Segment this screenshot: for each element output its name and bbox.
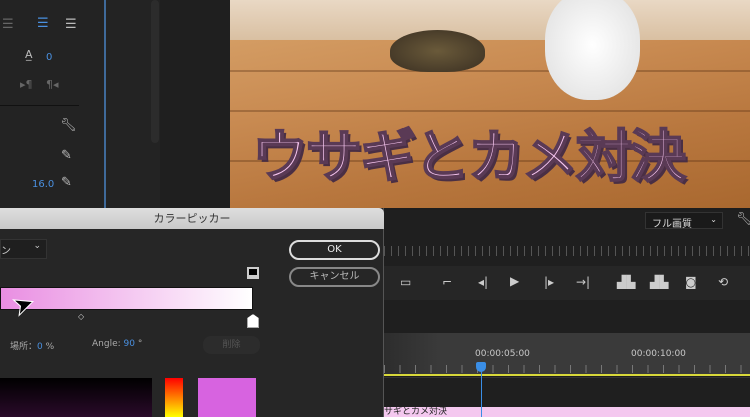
eyedropper-icon[interactable]: ✎: [61, 175, 72, 190]
quality-label: フル画質: [652, 219, 692, 230]
wrench-icon[interactable]: 🔧︎: [60, 118, 77, 133]
step-forward-icon[interactable]: |▸: [544, 275, 554, 289]
cancel-button[interactable]: キャンセル: [289, 267, 380, 287]
rabbit: [545, 0, 640, 100]
video-caption: ウサギとカメ対決: [251, 124, 687, 191]
color-field[interactable]: [0, 378, 152, 417]
panel-divider: [104, 0, 106, 210]
chevron-down-icon: ⌄: [710, 215, 717, 224]
color-swatch: [198, 378, 256, 417]
wrench-icon[interactable]: 🔧︎: [736, 212, 750, 227]
extract-icon[interactable]: ▟▙: [650, 275, 668, 289]
fill-type-dropdown[interactable]: ン ⌄: [0, 239, 47, 259]
playhead-line: [481, 370, 482, 417]
panel-gutter: [160, 0, 230, 210]
location-field: 場所：0 %: [10, 339, 54, 352]
step-back-icon[interactable]: ◂|: [478, 275, 488, 289]
hue-slider[interactable]: [165, 378, 183, 417]
size-value[interactable]: 16.0: [32, 179, 54, 190]
fill-type-label: ン: [1, 246, 11, 257]
quality-dropdown[interactable]: フル画質 ⌄: [645, 212, 723, 230]
ok-button[interactable]: OK: [289, 240, 380, 260]
transport-bar: ▭ ⌐ ◂| ▶ |▸ →| ▟▙ ▟▙ ◙ ⟲: [384, 266, 750, 300]
angle-field: Angle: 90 °: [92, 339, 142, 349]
location-unit: %: [45, 342, 55, 352]
chevron-down-icon: ⌄: [33, 241, 41, 251]
compare-icon[interactable]: ⟲: [718, 275, 728, 289]
properties-panel: ☰ ☰ ☰ A̲ 0 ▸¶ ¶◂ 🔧︎ ✎ 16.0 ✎: [0, 0, 160, 210]
angle-value[interactable]: 90: [124, 339, 135, 349]
safe-margins-icon[interactable]: ▭: [400, 275, 411, 289]
ticks: [384, 365, 750, 373]
clip-label: サギとカメ対決: [384, 407, 448, 417]
tracking-value[interactable]: 0: [46, 52, 52, 63]
eyedropper-icon[interactable]: ✎: [61, 148, 72, 163]
program-monitor-video: ウサギとカメ対決: [230, 0, 750, 208]
timecode: 00:00:05:00: [475, 349, 530, 359]
divider: [0, 105, 79, 106]
color-stop[interactable]: [247, 314, 259, 328]
timeline-ruler[interactable]: 00:00:05:00 00:00:10:00: [384, 333, 750, 375]
dialog-title: カラーピッカー: [0, 208, 384, 229]
clip[interactable]: サギとカメ対決: [384, 407, 750, 417]
monitor-controls: フル画質 ⌄ 🔧︎: [384, 210, 750, 417]
camera-icon[interactable]: ◙: [685, 275, 697, 289]
delete-button[interactable]: 削除: [203, 336, 260, 354]
angle-label: Angle:: [92, 339, 121, 349]
scrollbar[interactable]: [151, 0, 159, 143]
gradient-bar[interactable]: [0, 287, 253, 310]
align-right-icon[interactable]: ☰: [65, 17, 77, 32]
align-center-icon[interactable]: ☰: [37, 16, 49, 31]
color-picker-dialog: カラーピッカー ン ⌄ OK キャンセル ◇ 場所：0 % Angle: 90 °…: [0, 208, 384, 417]
play-icon[interactable]: ▶: [510, 274, 519, 288]
angle-unit: °: [137, 339, 143, 349]
turtle: [390, 30, 485, 72]
ruler[interactable]: [384, 246, 750, 256]
work-area-bar[interactable]: [384, 374, 750, 376]
go-to-out-icon[interactable]: →|: [576, 275, 590, 289]
marker-icon[interactable]: ⌐: [442, 275, 452, 289]
midpoint-diamond[interactable]: ◇: [78, 312, 84, 321]
location-value[interactable]: 0: [37, 342, 43, 352]
rtl-icon[interactable]: ¶◂: [46, 78, 59, 91]
opacity-stop[interactable]: [247, 267, 259, 279]
align-left-icon[interactable]: ☰: [2, 17, 14, 32]
wall: [230, 0, 750, 40]
location-label: 場所：: [10, 342, 38, 352]
timecode: 00:00:10:00: [631, 349, 686, 359]
tracking-icon: A̲: [25, 48, 33, 61]
divider: [384, 377, 750, 378]
ltr-icon[interactable]: ▸¶: [20, 78, 33, 91]
lift-icon[interactable]: ▟▙: [617, 275, 635, 289]
